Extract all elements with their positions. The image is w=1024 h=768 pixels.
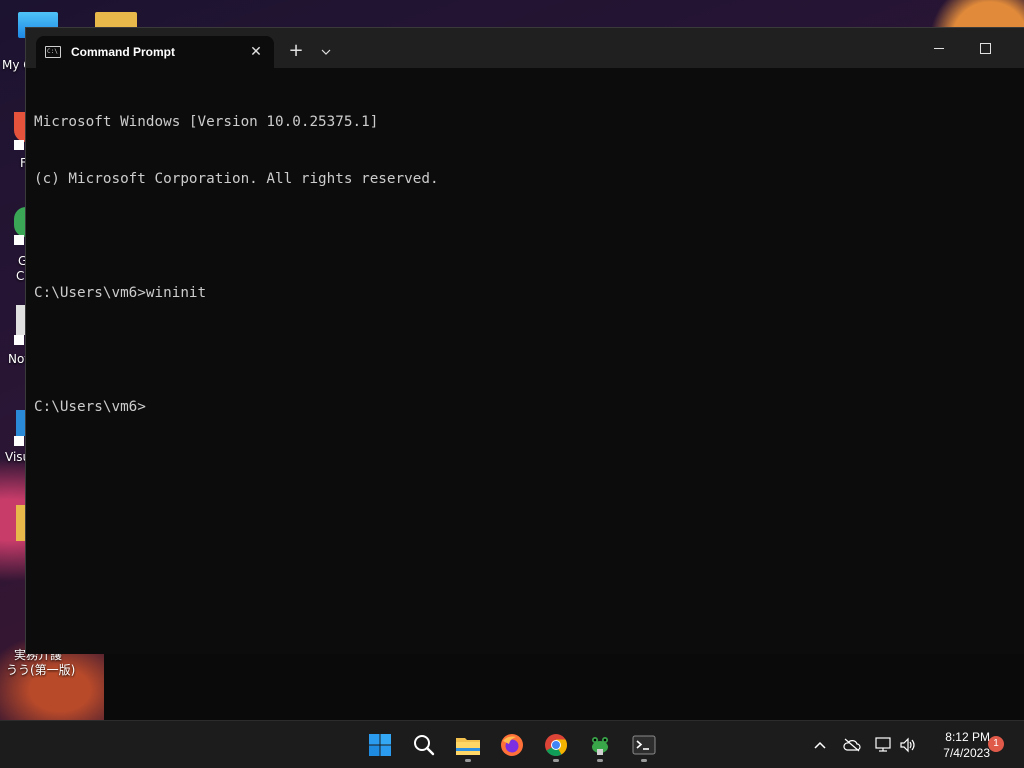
- maximize-button[interactable]: [962, 32, 1008, 64]
- windows-logo-icon: [369, 734, 391, 756]
- taskbar-firefox[interactable]: [494, 727, 530, 763]
- chevron-down-icon: [321, 49, 331, 55]
- console-line: C:\Users\vm6>wininit: [34, 285, 207, 301]
- tab-title: Command Prompt: [71, 45, 176, 59]
- show-hidden-icons-button[interactable]: [808, 733, 832, 757]
- command-prompt-icon: C:\: [45, 46, 61, 58]
- shortcut-arrow-icon: [14, 235, 24, 245]
- folder-icon: [456, 738, 480, 755]
- volume-icon: [900, 737, 915, 753]
- minimize-button[interactable]: [916, 32, 962, 64]
- clock[interactable]: 8:12 PM 7/4/2023: [922, 729, 990, 761]
- running-indicator: [641, 759, 647, 762]
- tab-command-prompt[interactable]: C:\ Command Prompt ✕: [36, 36, 274, 68]
- console-output[interactable]: Microsoft Windows [Version 10.0.25375.1]…: [34, 75, 1016, 654]
- background-window-strip: [104, 654, 1024, 720]
- console-line: Microsoft Windows [Version 10.0.25375.1]: [34, 114, 379, 130]
- running-indicator: [553, 759, 559, 762]
- shortcut-arrow-icon: [14, 436, 24, 446]
- volume-button[interactable]: [896, 733, 920, 757]
- cloud-offline-button[interactable]: [840, 733, 864, 757]
- shortcut-arrow-icon: [14, 140, 24, 150]
- taskbar-terminal[interactable]: [626, 727, 662, 763]
- terminal-window[interactable]: C:\ Command Prompt ✕ + Microsoft Windows…: [25, 27, 1024, 654]
- shortcut-arrow-icon: [14, 335, 24, 345]
- console-line: (c) Microsoft Corporation. All rights re…: [34, 171, 439, 187]
- title-bar[interactable]: C:\ Command Prompt ✕ +: [26, 28, 1024, 68]
- clock-time: 8:12 PM: [945, 730, 990, 744]
- tab-dropdown-button[interactable]: [314, 40, 338, 64]
- network-icon: [875, 737, 891, 752]
- chrome-icon: [545, 734, 567, 756]
- taskbar: 8:12 PM 7/4/2023: [0, 720, 1024, 768]
- taskbar-frog-app[interactable]: [582, 727, 618, 763]
- terminal-icon: [632, 735, 656, 755]
- taskbar-chrome[interactable]: [538, 727, 574, 763]
- frog-icon: [592, 737, 608, 755]
- clock-date: 7/4/2023: [943, 746, 990, 760]
- network-button[interactable]: [872, 733, 896, 757]
- taskbar-file-explorer[interactable]: [450, 727, 486, 763]
- close-tab-icon[interactable]: ✕: [244, 40, 268, 64]
- notification-badge[interactable]: 1: [988, 736, 1004, 752]
- desktop-icon-label: うう(第一版): [6, 663, 76, 677]
- cloud-off-icon: [843, 738, 861, 752]
- search-icon: [414, 735, 435, 756]
- new-tab-button[interactable]: +: [284, 40, 308, 64]
- desktop-icon-label: C: [16, 269, 25, 283]
- search-button[interactable]: [406, 727, 442, 763]
- console-prompt-line: C:\Users\vm6>: [34, 399, 146, 415]
- start-button[interactable]: [362, 727, 398, 763]
- chevron-up-icon: [814, 741, 826, 749]
- running-indicator: [597, 759, 603, 762]
- running-indicator: [465, 759, 471, 762]
- firefox-icon: [501, 734, 523, 756]
